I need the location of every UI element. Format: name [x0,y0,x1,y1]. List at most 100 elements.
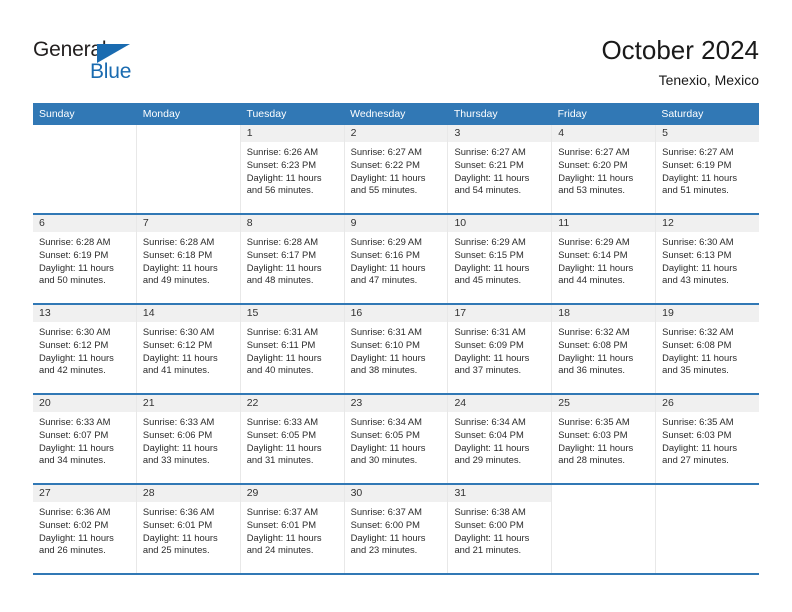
daylight-text-line1: Daylight: 11 hours [246,531,322,543]
day-details: Sunrise: 6:28 AM Sunset: 6:18 PM Daylight:… [137,232,240,287]
day-number-band: 30 [344,485,448,502]
day-cell-21[interactable]: 21 Sunrise: 6:33 AM Sunset: 6:06 PM Dayligh… [136,395,241,483]
day-cell-15[interactable]: 15 Sunrise: 6:31 AM Sunset: 6:11 PM Dayligh… [240,305,345,393]
day-cell-18[interactable]: 18 Sunrise: 6:32 AM Sunset: 6:08 PM Dayligh… [552,305,657,393]
day-cell-4[interactable]: 4 Sunrise: 6:27 AM Sunset: 6:20 PM Daylight… [552,125,657,213]
day-cell-11[interactable]: 11 Sunrise: 6:29 AM Sunset: 6:14 PM Dayligh… [552,215,657,303]
day-cell-empty [136,125,241,213]
daylight-text-line1: Daylight: 11 hours [662,351,738,363]
daylight-text-line1: Daylight: 11 hours [350,441,426,453]
sunset-text: Sunset: 6:18 PM [142,248,213,260]
calendar-grid: Sunday Monday Tuesday Wednesday Thursday Frid… [33,103,760,575]
sunset-text: Sunset: 6:10 PM [350,338,420,350]
daylight-text-line2: and 27 minutes. [662,454,729,466]
day-cell-16[interactable]: 16 Sunrise: 6:31 AM Sunset: 6:10 PM Dayligh… [344,305,449,393]
sunset-text: Sunset: 6:02 PM [39,518,109,530]
day-cell-1[interactable]: 1 Sunrise: 6:26 AM Sunset: 6:23 PM Daylight… [240,125,345,213]
sunset-text: Sunset: 6:08 PM [662,338,732,350]
day-number: 28 [142,487,155,499]
day-cell-23[interactable]: 23 Sunrise: 6:34 AM Sunset: 6:05 PM Dayligh… [344,395,449,483]
daylight-text-line2: and 35 minutes. [662,364,729,376]
sunset-text: Sunset: 6:09 PM [454,338,524,350]
day-cell-28[interactable]: 28 Sunrise: 6:36 AM Sunset: 6:01 PM Dayligh… [136,485,241,573]
day-number-band [137,125,240,142]
day-details: Sunrise: 6:30 AM Sunset: 6:13 PM Daylight:… [656,232,759,287]
daylight-text-line1: Daylight: 11 hours [558,171,634,183]
daylight-text-line2: and 44 minutes. [558,274,626,286]
sunrise-text: Sunrise: 6:35 AM [662,416,734,427]
logo-text-general: General [33,38,107,61]
day-cell-7[interactable]: 7 Sunrise: 6:28 AM Sunset: 6:18 PM Daylight… [136,215,241,303]
day-cell-6[interactable]: 6 Sunrise: 6:28 AM Sunset: 6:19 PM Daylight… [33,215,137,303]
general-blue-logo[interactable]: General Blue [33,38,233,88]
daylight-text-line1: Daylight: 11 hours [142,351,218,363]
day-number-band: 20 [33,395,136,412]
sunset-text: Sunset: 6:00 PM [454,518,524,530]
day-cell-10[interactable]: 10 Sunrise: 6:29 AM Sunset: 6:15 PM Dayligh… [448,215,553,303]
day-cell-3[interactable]: 3 Sunrise: 6:27 AM Sunset: 6:21 PM Daylight… [448,125,553,213]
day-number-band: 27 [33,485,136,502]
day-number-band: 22 [240,395,344,412]
daylight-text-line2: and 29 minutes. [454,454,522,466]
day-number: 20 [39,397,51,409]
day-cell-14[interactable]: 14 Sunrise: 6:30 AM Sunset: 6:12 PM Dayligh… [136,305,241,393]
day-cell-22[interactable]: 22 Sunrise: 6:33 AM Sunset: 6:05 PM Dayligh… [240,395,345,483]
sunset-text: Sunset: 6:12 PM [142,338,213,350]
daylight-text-line2: and 55 minutes. [350,184,418,196]
day-number-band: 13 [33,305,136,322]
day-cell-26[interactable]: 26 Sunrise: 6:35 AM Sunset: 6:03 PM Dayligh… [656,395,760,483]
day-number: 12 [662,217,674,229]
page-subtitle: Tenexio, Mexico [658,72,759,88]
daylight-text-line2: and 40 minutes. [246,364,314,376]
day-number-band [552,485,655,502]
sunrise-text: Sunrise: 6:30 AM [662,236,734,247]
day-cell-12[interactable]: 12 Sunrise: 6:30 AM Sunset: 6:13 PM Dayligh… [656,215,760,303]
sunset-text: Sunset: 6:03 PM [558,428,628,440]
day-cell-30[interactable]: 30 Sunrise: 6:37 AM Sunset: 6:00 PM Dayligh… [344,485,449,573]
sunset-text: Sunset: 6:05 PM [246,428,317,440]
day-cell-9[interactable]: 9 Sunrise: 6:29 AM Sunset: 6:16 PM Daylight… [344,215,449,303]
sunrise-text: Sunrise: 6:34 AM [350,416,422,427]
day-cell-5[interactable]: 5 Sunrise: 6:27 AM Sunset: 6:19 PM Daylight… [656,125,760,213]
daylight-text-line1: Daylight: 11 hours [246,171,322,183]
day-number: 14 [142,307,155,319]
day-cell-20[interactable]: 20 Sunrise: 6:33 AM Sunset: 6:07 PM Dayligh… [33,395,137,483]
sunset-text: Sunset: 6:13 PM [662,248,732,260]
day-cell-13[interactable]: 13 Sunrise: 6:30 AM Sunset: 6:12 PM Dayligh… [33,305,137,393]
daylight-text-line2: and 21 minutes. [454,544,522,556]
day-number: 7 [142,217,149,229]
daylight-text-line1: Daylight: 11 hours [662,171,738,183]
day-number: 9 [350,217,357,229]
day-details: Sunrise: 6:35 AM Sunset: 6:03 PM Daylight:… [656,412,759,467]
daylight-text-line2: and 30 minutes. [350,454,418,466]
day-number-band: 4 [552,125,656,142]
day-details: Sunrise: 6:32 AM Sunset: 6:08 PM Daylight:… [552,322,655,377]
day-cell-empty [656,485,760,573]
daylight-text-line2: and 47 minutes. [350,274,418,286]
sunrise-text: Sunrise: 6:28 AM [39,236,111,247]
day-number: 25 [558,397,570,409]
page-header: General Blue October 2024 Tenexio, Mexic… [0,0,792,103]
sunrise-text: Sunrise: 6:27 AM [454,146,526,157]
day-cell-29[interactable]: 29 Sunrise: 6:37 AM Sunset: 6:01 PM Dayligh… [240,485,345,573]
day-number: 24 [454,397,467,409]
day-details: Sunrise: 6:36 AM Sunset: 6:01 PM Daylight:… [137,502,240,557]
day-cell-17[interactable]: 17 Sunrise: 6:31 AM Sunset: 6:09 PM Dayligh… [448,305,553,393]
day-details: Sunrise: 6:36 AM Sunset: 6:02 PM Daylight:… [33,502,136,557]
day-cell-19[interactable]: 19 Sunrise: 6:32 AM Sunset: 6:08 PM Dayligh… [656,305,760,393]
day-cell-8[interactable]: 8 Sunrise: 6:28 AM Sunset: 6:17 PM Daylight… [240,215,345,303]
weekday-header-wednesday: Wednesday [350,108,406,120]
day-cell-24[interactable]: 24 Sunrise: 6:34 AM Sunset: 6:04 PM Dayligh… [448,395,553,483]
day-number-band: 23 [344,395,448,412]
day-cell-27[interactable]: 27 Sunrise: 6:36 AM Sunset: 6:02 PM Dayligh… [33,485,137,573]
day-number: 5 [662,127,668,139]
daylight-text-line1: Daylight: 11 hours [454,261,530,273]
day-cell-31[interactable]: 31 Sunrise: 6:38 AM Sunset: 6:00 PM Dayligh… [448,485,553,573]
day-number-band: 2 [344,125,448,142]
daylight-text-line1: Daylight: 11 hours [142,261,218,273]
day-details: Sunrise: 6:27 AM Sunset: 6:21 PM Daylight:… [448,142,551,197]
day-cell-empty [552,485,657,573]
daylight-text-line1: Daylight: 11 hours [662,261,738,273]
day-cell-25[interactable]: 25 Sunrise: 6:35 AM Sunset: 6:03 PM Dayligh… [552,395,657,483]
day-cell-2[interactable]: 2 Sunrise: 6:27 AM Sunset: 6:22 PM Daylight… [344,125,449,213]
